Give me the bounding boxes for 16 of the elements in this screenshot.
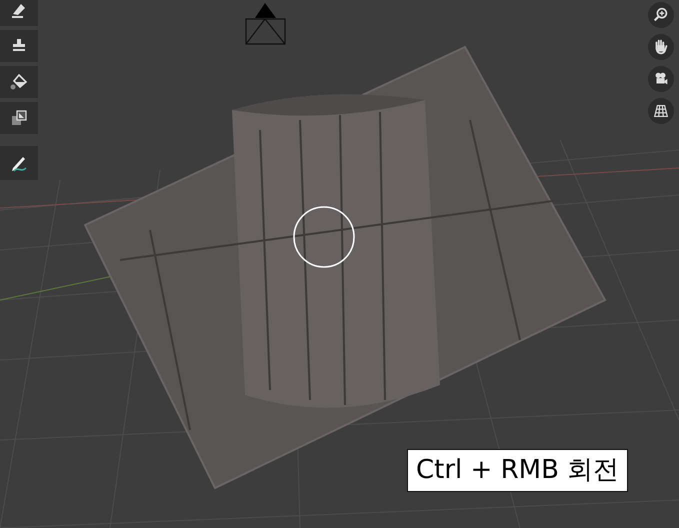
stamp-tool-button[interactable] (0, 30, 38, 62)
brush-cursor-icon (293, 206, 355, 268)
fill-tool-button[interactable] (0, 66, 38, 98)
smear-tool-button[interactable] (0, 0, 38, 26)
zoom-button[interactable] (648, 2, 674, 28)
annotate-tool-button[interactable] (0, 146, 38, 180)
mask-tool-button[interactable] (0, 102, 38, 134)
grid-button[interactable] (648, 98, 674, 124)
camera-drawing (245, 3, 286, 45)
mask-icon (9, 108, 29, 128)
fill-icon (9, 72, 29, 92)
camera-button[interactable] (648, 66, 674, 92)
shortcut-hint: Ctrl + RMB 회전 (407, 449, 628, 492)
pan-button[interactable] (648, 34, 674, 60)
zoom-icon (652, 6, 670, 24)
grid-icon (652, 102, 670, 120)
